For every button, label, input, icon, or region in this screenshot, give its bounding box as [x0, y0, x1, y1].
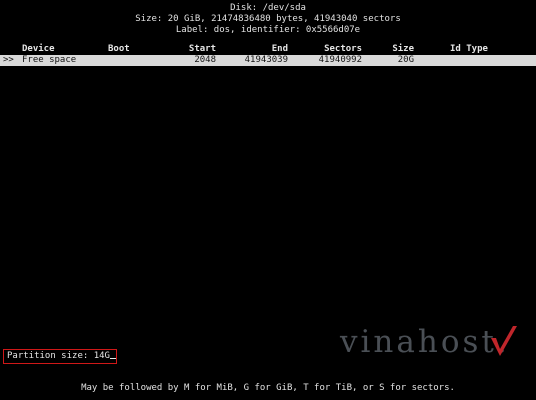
input-hint: May be followed by M for MiB, G for GiB,…: [81, 383, 455, 393]
vinahost-watermark: vinahost.: [340, 324, 510, 360]
partition-size-input[interactable]: 14G: [94, 351, 110, 361]
row-end: 41943039: [244, 55, 288, 65]
table-row-free-space[interactable]: >> Free space 2048 41943039 41940992 20G: [0, 55, 536, 66]
text-cursor: [109, 358, 116, 359]
partition-table-header: Device Boot Start End Sectors Size Id Ty…: [0, 44, 536, 55]
selection-pointer: >>: [3, 55, 14, 65]
column-end: End: [271, 44, 288, 54]
column-sectors: Sectors: [324, 44, 362, 54]
column-size: Size: [392, 44, 414, 54]
disk-size: Size: 20 GiB, 21474836480 bytes, 4194304…: [135, 14, 401, 24]
disk-name: Disk: /dev/sda: [230, 3, 306, 13]
disk-header: Disk: /dev/sda Size: 20 GiB, 21474836480…: [0, 3, 536, 36]
column-start: Start: [188, 44, 216, 54]
column-device: Device: [22, 44, 55, 54]
partition-size-prompt[interactable]: Partition size: 14G: [7, 351, 116, 362]
column-id-type: Id Type: [450, 44, 488, 54]
row-sectors: 41940992: [318, 55, 362, 65]
column-boot: Boot: [108, 44, 130, 54]
checkmark-logo-icon: [491, 326, 517, 356]
disk-label: Label: dos, identifier: 0x5566d07e: [175, 25, 361, 35]
row-size: 20G: [397, 55, 414, 65]
row-start: 2048: [194, 55, 216, 65]
partition-size-label: Partition size:: [7, 351, 89, 361]
row-device: Free space: [22, 55, 77, 65]
cfdisk-screen: Disk: /dev/sda Size: 20 GiB, 21474836480…: [0, 0, 536, 400]
